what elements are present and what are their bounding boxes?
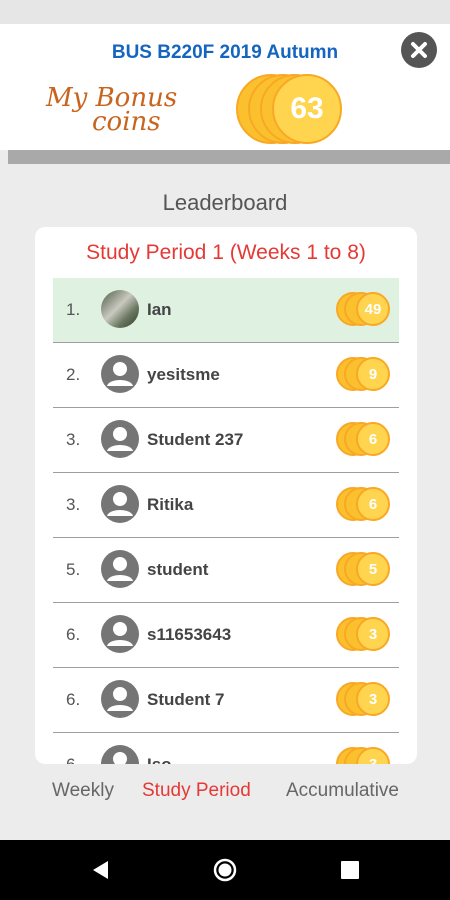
leaderboard-row[interactable]: 2. yesitsme 9 <box>53 343 399 408</box>
person-icon <box>107 492 133 516</box>
recents-icon[interactable] <box>338 858 362 882</box>
avatar <box>101 290 139 328</box>
coin-count-badge: 3 <box>336 747 392 764</box>
rank-label: 1. <box>66 300 81 319</box>
person-icon <box>113 752 127 764</box>
student-name: student <box>147 560 209 579</box>
course-title: BUS B220F 2019 Autumn <box>111 42 339 63</box>
bonus-coins-label: My Bonus coins <box>46 85 226 137</box>
student-name: Student 237 <box>147 430 244 449</box>
coin-count: 9 <box>356 357 390 391</box>
coin-count-badge: 49 <box>336 292 392 328</box>
avatar <box>101 615 139 653</box>
coin-count-badge: 6 <box>336 422 392 458</box>
avatar <box>101 485 139 523</box>
rank-label: 3. <box>66 495 81 514</box>
leaderboard-list[interactable]: 1. Ian 49 2. yesitsme 9 3. Student 237 6 3. Ritika… <box>53 278 399 764</box>
coin-count: 6 <box>356 487 390 521</box>
avatar <box>101 745 139 764</box>
header-shadow <box>8 150 450 164</box>
rank-label: 6. <box>66 755 80 764</box>
avatar <box>101 355 139 393</box>
leaderboard-row[interactable]: 5. student 5 <box>53 538 399 603</box>
close-icon <box>411 42 427 58</box>
coin-count-badge: 5 <box>336 552 392 588</box>
rank-label: 5. <box>66 560 81 579</box>
leaderboard-card[interactable]: Study Period 1 (Weeks 1 to 8) 1. Ian 49 2. y… <box>35 227 417 764</box>
coin-count-badge: 6 <box>336 487 392 523</box>
avatar <box>101 550 139 588</box>
total-coins-badge: 63 <box>236 74 346 144</box>
tab-weekly[interactable]: Weekly <box>52 780 114 802</box>
coin-count: 3 <box>356 617 390 651</box>
bonus-label-line2: coins <box>92 107 161 137</box>
app-header: BUS B220F 2019 Autumn My Bonus coins 63 <box>0 24 450 150</box>
leaderboard-row[interactable]: 6. Iso 3 <box>53 733 399 764</box>
avatar <box>101 420 139 458</box>
tab-study-period[interactable]: Study Period <box>142 780 251 802</box>
total-coins-value: 63 <box>272 74 342 144</box>
back-icon[interactable] <box>88 858 112 882</box>
student-name: Ian <box>147 300 172 319</box>
coin-count: 3 <box>356 682 390 716</box>
person-icon <box>107 427 133 451</box>
leaderboard-row[interactable]: 6. Student 7 3 <box>53 668 399 733</box>
close-button[interactable] <box>401 32 437 68</box>
period-title: Study Period 1 (Weeks 1 to 8) <box>86 241 366 264</box>
student-name: Student 7 <box>147 690 225 709</box>
student-name: Ritika <box>147 495 194 514</box>
coin-count: 49 <box>356 292 390 326</box>
rank-label: 6. <box>66 625 81 644</box>
home-icon[interactable] <box>213 858 237 882</box>
student-name: s11653643 <box>147 625 232 644</box>
student-name: Iso <box>147 755 172 764</box>
leaderboard-title: Leaderboard <box>162 190 288 215</box>
tab-bar: Weekly Study Period Accumulative <box>0 780 450 806</box>
person-icon <box>107 362 133 386</box>
coin-count-badge: 9 <box>336 357 392 393</box>
person-icon <box>107 622 133 646</box>
leaderboard-row[interactable]: 3. Ritika 6 <box>53 473 399 538</box>
tab-accumulative[interactable]: Accumulative <box>286 780 399 802</box>
rank-label: 3. <box>66 430 81 449</box>
leaderboard-row[interactable]: 1. Ian 49 <box>53 278 399 343</box>
android-nav-bar <box>0 840 450 900</box>
person-icon <box>107 687 133 711</box>
rank-label: 2. <box>66 365 81 384</box>
avatar <box>101 680 139 718</box>
person-icon <box>107 557 133 581</box>
leaderboard-row[interactable]: 6. s11653643 3 <box>53 603 399 668</box>
coin-count: 6 <box>356 422 390 456</box>
coin-count-badge: 3 <box>336 682 392 718</box>
student-name: yesitsme <box>147 365 220 384</box>
coin-count-badge: 3 <box>336 617 392 653</box>
rank-label: 6. <box>66 690 81 709</box>
coin-count: 5 <box>356 552 390 586</box>
status-bar <box>0 0 450 24</box>
leaderboard-row[interactable]: 3. Student 237 6 <box>53 408 399 473</box>
